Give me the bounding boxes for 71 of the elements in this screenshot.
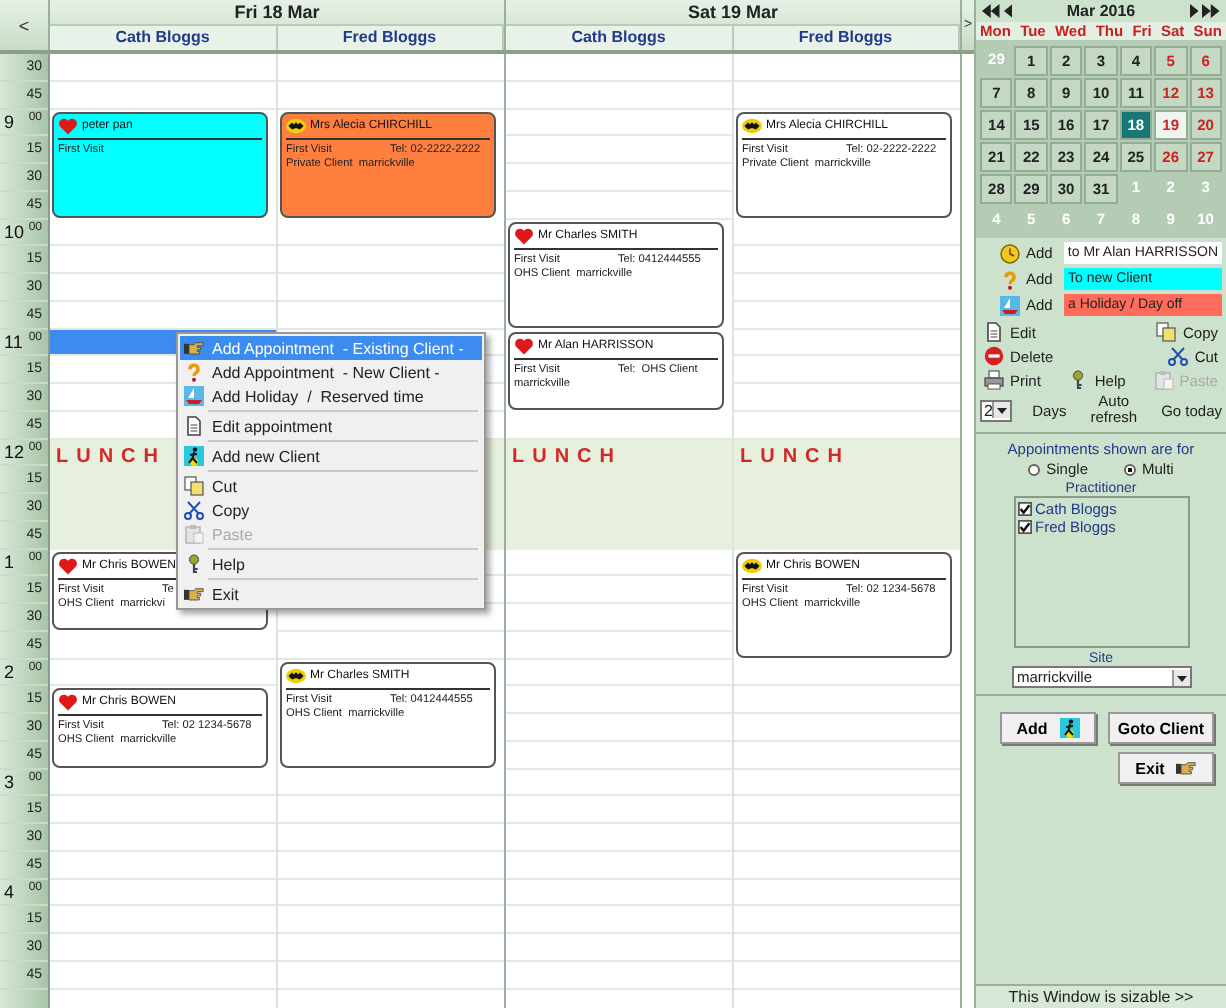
previous-icon[interactable] (1003, 4, 1013, 18)
pointing-hand-icon (184, 338, 204, 358)
hour-label: 2 (4, 661, 15, 682)
document-icon (984, 322, 1004, 342)
key-icon (184, 554, 204, 574)
checkbox[interactable] (1017, 502, 1031, 516)
scissors-icon (1168, 346, 1189, 366)
first-icon[interactable] (982, 4, 1000, 18)
radio-button[interactable] (1028, 463, 1041, 475)
heart-icon (514, 225, 534, 245)
lunch-label: LUNCH (740, 445, 850, 467)
clipboard-icon (184, 524, 204, 544)
dropdown-arrow-icon (1171, 669, 1189, 685)
heart-icon (58, 555, 78, 575)
heart-icon (58, 692, 78, 713)
checkbox[interactable] (1017, 520, 1031, 534)
hour-label: 4 (4, 881, 15, 902)
menu-item[interactable]: Add Appointment - New Client - (180, 360, 482, 384)
dropdown-arrow-icon (992, 402, 1011, 418)
radio-button[interactable] (1124, 463, 1136, 475)
hour-label: 11 (4, 331, 23, 352)
running-figure-icon (1059, 718, 1080, 738)
hour-label: 12 (4, 441, 25, 462)
clipboard-icon (1153, 370, 1174, 390)
clock-icon (1000, 243, 1020, 263)
last-icon[interactable] (1202, 4, 1220, 18)
key-icon (1068, 370, 1089, 390)
menu-item[interactable]: Exit (180, 582, 482, 606)
heart-icon (514, 335, 534, 355)
boat-icon (1000, 295, 1020, 315)
emblem-icon (286, 665, 306, 685)
running-figure-icon (184, 446, 204, 466)
no-entry-icon (984, 346, 1004, 366)
hour-label: 10 (4, 221, 25, 242)
pages-icon (1156, 322, 1177, 342)
scissors-icon (184, 500, 204, 520)
boat-icon (184, 386, 204, 406)
emblem-icon (742, 115, 762, 135)
practitioner-header: Cath Bloggs (506, 26, 733, 50)
days-dropdown[interactable]: 2 (980, 399, 1013, 421)
pointing-hand-icon (184, 584, 204, 604)
status-bar: This Window is sizable >> (976, 984, 1226, 1008)
practitioner-header: Cath Bloggs (50, 26, 277, 50)
goto-client-button[interactable]: Goto Client (1107, 712, 1214, 744)
practitioner-header: Fred Bloggs (733, 26, 960, 50)
month-label: Mar 2016 (1064, 2, 1138, 20)
heart-icon (58, 115, 78, 135)
lunch-label: LUNCH (512, 445, 622, 467)
emblem-icon (742, 555, 762, 575)
printer-icon (984, 370, 1004, 390)
question-mark-icon (1000, 269, 1020, 289)
next-icon[interactable] (1189, 4, 1199, 18)
emblem-icon (286, 115, 306, 135)
exit-button[interactable]: Exit (1118, 752, 1214, 784)
menu-item[interactable]: Copy (180, 498, 482, 522)
document-icon (184, 416, 204, 436)
lunch-label: LUNCH (56, 445, 166, 467)
menu-item[interactable]: Edit appointment (180, 414, 482, 438)
question-mark-icon (184, 362, 204, 382)
day-header: Fri 18 Mar (232, 0, 322, 24)
menu-item[interactable]: Cut (180, 474, 482, 498)
practitioner-header: Fred Bloggs (277, 26, 504, 50)
menu-item[interactable]: Add new Client (180, 444, 482, 468)
menu-item[interactable]: Add Holiday / Reserved time (180, 384, 482, 408)
hour-label: 1 (4, 551, 15, 572)
pages-icon (184, 476, 204, 496)
add-button[interactable]: Add (1000, 712, 1096, 744)
pointing-hand-icon (1176, 758, 1197, 778)
hour-label: 9 (4, 111, 15, 132)
day-header: Sat 19 Mar (685, 0, 781, 24)
hour-label: 3 (4, 771, 15, 792)
